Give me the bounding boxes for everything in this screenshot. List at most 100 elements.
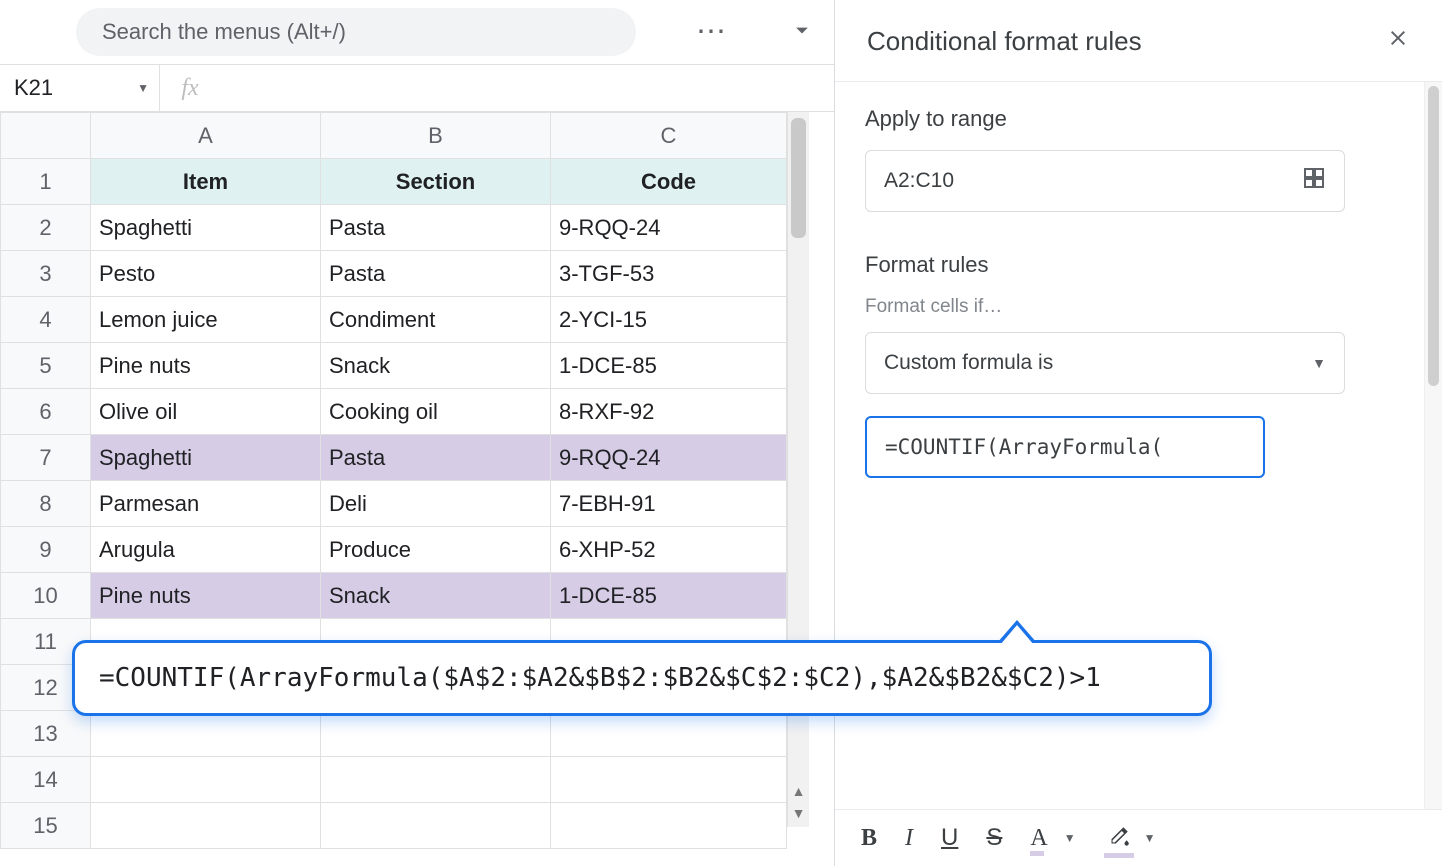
spreadsheet-grid[interactable]: A B C 1ItemSectionCode2SpaghettiPasta9-R…	[0, 112, 787, 849]
row-header[interactable]: 9	[1, 527, 91, 573]
row-header[interactable]: 1	[1, 159, 91, 205]
header-cell[interactable]: Section	[321, 159, 551, 205]
vertical-scrollbar[interactable]: ▲ ▼	[787, 112, 809, 827]
condition-value: Custom formula is	[884, 351, 1053, 375]
header-cell[interactable]: Item	[91, 159, 321, 205]
data-cell[interactable]: 6-XHP-52	[551, 527, 787, 573]
menu-search-placeholder: Search the menus (Alt+/)	[102, 19, 346, 45]
name-box[interactable]: K21 ▼	[0, 65, 160, 111]
row-header[interactable]: 2	[1, 205, 91, 251]
data-cell[interactable]: Lemon juice	[91, 297, 321, 343]
empty-cell[interactable]	[91, 711, 321, 757]
empty-cell[interactable]	[551, 803, 787, 849]
select-range-icon[interactable]	[1302, 166, 1326, 196]
data-cell[interactable]: Arugula	[91, 527, 321, 573]
scroll-up-icon[interactable]: ▲	[788, 783, 809, 799]
row-header[interactable]: 13	[1, 711, 91, 757]
data-cell[interactable]: 3-TGF-53	[551, 251, 787, 297]
data-cell[interactable]: Pesto	[91, 251, 321, 297]
data-cell[interactable]: Snack	[321, 573, 551, 619]
table-row: 1ItemSectionCode	[1, 159, 787, 205]
format-cells-if-label: Format cells if…	[865, 296, 1412, 318]
empty-cell[interactable]	[321, 803, 551, 849]
row-header[interactable]: 3	[1, 251, 91, 297]
column-header-b[interactable]: B	[321, 113, 551, 159]
text-color-button[interactable]: A	[1030, 825, 1053, 852]
empty-cell[interactable]	[551, 711, 787, 757]
table-row: 13	[1, 711, 787, 757]
close-icon[interactable]	[1386, 26, 1410, 57]
row-header[interactable]: 15	[1, 803, 91, 849]
table-row: 10Pine nutsSnack1-DCE-85	[1, 573, 787, 619]
data-cell[interactable]: Pasta	[321, 205, 551, 251]
table-row: 14	[1, 757, 787, 803]
table-row: 4Lemon juiceCondiment2-YCI-15	[1, 297, 787, 343]
row-header[interactable]: 8	[1, 481, 91, 527]
table-row: 6Olive oilCooking oil8-RXF-92	[1, 389, 787, 435]
header-cell[interactable]: Code	[551, 159, 787, 205]
dropdown-icon[interactable]: ▼	[1064, 831, 1076, 845]
custom-formula-value: =COUNTIF(ArrayFormula(	[885, 435, 1163, 459]
table-row: 3PestoPasta3-TGF-53	[1, 251, 787, 297]
empty-cell[interactable]	[551, 757, 787, 803]
data-cell[interactable]: 7-EBH-91	[551, 481, 787, 527]
empty-cell[interactable]	[91, 803, 321, 849]
data-cell[interactable]: Pasta	[321, 435, 551, 481]
data-cell[interactable]: Olive oil	[91, 389, 321, 435]
fill-color-button[interactable]	[1104, 824, 1134, 852]
column-header-a[interactable]: A	[91, 113, 321, 159]
column-header-c[interactable]: C	[551, 113, 787, 159]
scroll-down-icon[interactable]: ▼	[788, 805, 809, 821]
empty-cell[interactable]	[321, 711, 551, 757]
select-all-corner[interactable]	[1, 113, 91, 159]
table-row: 2SpaghettiPasta9-RQQ-24	[1, 205, 787, 251]
data-cell[interactable]: Condiment	[321, 297, 551, 343]
row-header[interactable]: 5	[1, 343, 91, 389]
data-cell[interactable]: Pasta	[321, 251, 551, 297]
table-row: 9ArugulaProduce6-XHP-52	[1, 527, 787, 573]
data-cell[interactable]: Spaghetti	[91, 205, 321, 251]
empty-cell[interactable]	[91, 757, 321, 803]
row-header[interactable]: 4	[1, 297, 91, 343]
range-input[interactable]: A2:C10	[865, 150, 1345, 212]
formula-tooltip: =COUNTIF(ArrayFormula($A$2:$A2&$B$2:$B2&…	[72, 640, 1212, 716]
table-row: 15	[1, 803, 787, 849]
dropdown-icon: ▼	[137, 81, 149, 95]
scrollbar-thumb[interactable]	[1428, 86, 1439, 386]
condition-select[interactable]: Custom formula is ▼	[865, 332, 1345, 394]
italic-button[interactable]: I	[905, 825, 913, 852]
empty-cell[interactable]	[321, 757, 551, 803]
panel-scrollbar[interactable]	[1424, 82, 1442, 809]
data-cell[interactable]: 1-DCE-85	[551, 573, 787, 619]
row-header[interactable]: 6	[1, 389, 91, 435]
scrollbar-thumb[interactable]	[791, 118, 806, 238]
data-cell[interactable]: 8-RXF-92	[551, 389, 787, 435]
data-cell[interactable]: 9-RQQ-24	[551, 435, 787, 481]
table-row: 5Pine nutsSnack1-DCE-85	[1, 343, 787, 389]
dropdown-icon[interactable]: ▼	[1144, 831, 1156, 845]
data-cell[interactable]: Pine nuts	[91, 343, 321, 389]
data-cell[interactable]: 2-YCI-15	[551, 297, 787, 343]
bold-button[interactable]: B	[861, 825, 877, 852]
custom-formula-input[interactable]: =COUNTIF(ArrayFormula(	[865, 416, 1265, 478]
row-header[interactable]: 10	[1, 573, 91, 619]
data-cell[interactable]: Cooking oil	[321, 389, 551, 435]
underline-button[interactable]: U	[941, 824, 958, 852]
format-rules-label: Format rules	[865, 252, 1412, 278]
data-cell[interactable]: Pine nuts	[91, 573, 321, 619]
data-cell[interactable]: Produce	[321, 527, 551, 573]
formula-tooltip-text: =COUNTIF(ArrayFormula($A$2:$A2&$B$2:$B2&…	[99, 663, 1101, 693]
data-cell[interactable]: Spaghetti	[91, 435, 321, 481]
row-header[interactable]: 14	[1, 757, 91, 803]
data-cell[interactable]: 9-RQQ-24	[551, 205, 787, 251]
apply-to-range-label: Apply to range	[865, 106, 1412, 132]
data-cell[interactable]: Snack	[321, 343, 551, 389]
data-cell[interactable]: Parmesan	[91, 481, 321, 527]
data-cell[interactable]: 1-DCE-85	[551, 343, 787, 389]
data-cell[interactable]: Deli	[321, 481, 551, 527]
panel-title: Conditional format rules	[867, 26, 1142, 57]
strikethrough-button[interactable]: S	[986, 824, 1002, 852]
chevron-down-icon[interactable]	[788, 16, 816, 49]
menu-search[interactable]: Search the menus (Alt+/)	[76, 8, 636, 56]
row-header[interactable]: 7	[1, 435, 91, 481]
